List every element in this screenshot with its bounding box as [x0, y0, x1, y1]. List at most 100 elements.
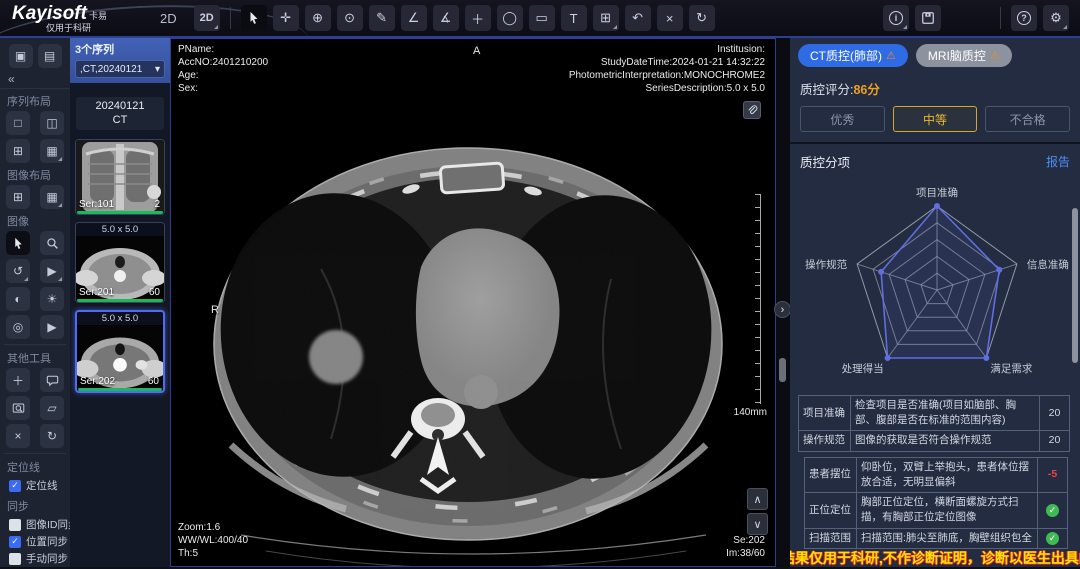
image-flip-button[interactable]: ▶	[40, 259, 64, 283]
expand-panel-button[interactable]: ›	[774, 301, 791, 318]
pointer-tool-button[interactable]	[241, 5, 267, 31]
thumbnail-series-number: Ser:202	[80, 376, 115, 387]
image-layout-2x2-button[interactable]: ⊞	[6, 185, 30, 209]
qc-row-score: 20	[1040, 396, 1070, 431]
previous-image-button[interactable]: ∧	[747, 488, 768, 510]
save-button[interactable]	[915, 5, 941, 31]
series-layout-1x2-button[interactable]: ◫	[40, 111, 64, 135]
patient-sex: Sex:	[178, 82, 268, 95]
photometric-interpretation: PhotometricInterpretation:MONOCHROME2	[569, 69, 765, 82]
sync-position-checkbox[interactable]: ✓	[9, 536, 21, 548]
report-link[interactable]: 报告	[1046, 153, 1070, 170]
study-select-dropdown[interactable]: ,CT,20240121 ▾	[75, 60, 165, 78]
delete-tool-button[interactable]: ×	[6, 424, 30, 448]
image-play-button[interactable]: ▶	[40, 315, 64, 339]
text-annotation-button[interactable]: T	[561, 5, 587, 31]
locline-checkbox-row[interactable]: ✓ 定位线	[0, 477, 70, 494]
sync-imageid-checkbox[interactable]	[9, 519, 21, 531]
qc-row-label: 正位定位	[805, 493, 857, 528]
toolbar-separator	[230, 7, 231, 29]
table-row: 项目准确 检查项目是否准确(项目如脑部、胸部、腹部是否在标准的范围内容) 20	[799, 396, 1070, 431]
next-image-button[interactable]: ∨	[747, 513, 768, 535]
image-index: Im:38/60	[726, 547, 765, 560]
crosshair-tool-button[interactable]: ＋	[6, 368, 30, 392]
rect-roi-button[interactable]: ▭	[529, 5, 555, 31]
study-modality: CT	[76, 113, 164, 127]
left-tool-sidebar: ▣ ▤ « 序列布局 □ ◫ ⊞ ▦ 图像布局 ⊞ ▦ 图像	[0, 38, 70, 567]
pass-check-icon: ✓	[1046, 504, 1059, 517]
patient-name: PName:	[178, 43, 268, 56]
sync-manual-checkbox[interactable]	[9, 553, 21, 565]
grade-excellent-button[interactable]: 优秀	[800, 106, 885, 132]
image-cine-button[interactable]: ◎	[6, 315, 30, 339]
sync-manual-checkbox-row[interactable]: 手动同步	[0, 550, 70, 567]
image-invert-button[interactable]: ◐	[6, 287, 30, 311]
patient-info-overlay: PName: AccNO:2401210200 Age: Sex:	[178, 43, 268, 95]
sync-imageid-checkbox-row[interactable]: 图像ID同步	[0, 516, 70, 533]
series-position-overlay: Se:202 Im:38/60	[726, 534, 765, 560]
viewport-status-overlay: Zoom:1.6 WW/WL:400/40 Th:5	[178, 521, 248, 560]
thumbnail-series-number: Ser:101	[79, 199, 114, 210]
comment-tool-button[interactable]	[40, 368, 64, 392]
refresh-tool-button[interactable]: ↻	[40, 424, 64, 448]
image-magnifier-button[interactable]	[40, 231, 64, 255]
ellipse-roi-button[interactable]: ◯	[497, 5, 523, 31]
chevron-down-icon: ▾	[155, 64, 160, 75]
grade-medium-button[interactable]: 中等	[893, 106, 978, 132]
tab-ct-qc[interactable]: CT质控(肺部) ⚠	[798, 44, 908, 67]
study-info-overlay: Institusion: StudyDateTime:2024-01-21 14…	[569, 43, 765, 95]
length-tool-button[interactable]: ✎	[369, 5, 395, 31]
magnify-region-button[interactable]	[6, 396, 30, 420]
help-button[interactable]: ?	[1011, 5, 1037, 31]
attachment-button[interactable]	[743, 101, 761, 119]
image-viewport[interactable]: PName: AccNO:2401210200 Age: Sex: Instit…	[170, 38, 776, 567]
probe-tool-button[interactable]: ＋	[465, 5, 491, 31]
layout-2d-button[interactable]: 2D	[194, 5, 220, 31]
info-button[interactable]: i	[883, 5, 909, 31]
qc-row-desc: 图像的获取是否符合操作规范	[851, 431, 1040, 451]
grid-layout-button[interactable]: ⊞	[593, 5, 619, 31]
zoom-tool-button[interactable]: ⊕	[305, 5, 331, 31]
target-tool-button[interactable]: ⊙	[337, 5, 363, 31]
sync-section-title: 同步	[0, 494, 70, 516]
image-rotate-button[interactable]: ↺	[6, 259, 30, 283]
magnify-region-icon	[12, 402, 25, 415]
settings-button[interactable]: ⚙	[1043, 5, 1069, 31]
image-brightness-button[interactable]: ☀	[40, 287, 64, 311]
delete-annotation-button[interactable]: ×	[657, 5, 683, 31]
qc-row-desc: 扫描范围:肺尖至肺底，胸壁组织包全	[857, 528, 1038, 548]
angle-tool-button[interactable]: ∠	[401, 5, 427, 31]
qc-score-line: 质控评分:86分	[800, 79, 1070, 98]
series-header: 3个序列 ,CT,20240121 ▾	[70, 38, 170, 83]
image-pointer-button[interactable]	[6, 231, 30, 255]
undo-button[interactable]: ↶	[625, 5, 651, 31]
toolbar-right-group: i ? ⚙	[880, 5, 1072, 31]
image-stack-scrollbar[interactable]	[779, 358, 786, 382]
accession-number: AccNO:2401210200	[178, 56, 268, 69]
thumbnail-title: 5.0 x 5.0	[76, 223, 164, 236]
qc-row-label: 患者摆位	[805, 457, 857, 492]
comment-bubble-icon	[46, 374, 59, 387]
locline-checkbox[interactable]: ✓	[9, 480, 21, 492]
thumbnail-ser201[interactable]: 5.0 x 5.0 Ser:201 60	[75, 222, 165, 303]
grade-fail-button[interactable]: 不合格	[985, 106, 1070, 132]
sidebar-collapse-button[interactable]: «	[0, 72, 70, 89]
qc-panel-scrollbar[interactable]	[1072, 208, 1078, 363]
tab-label: MRI脑质控	[928, 47, 986, 64]
eraser-tool-button[interactable]: ▱	[40, 396, 64, 420]
series-layout-custom-button[interactable]: ▦	[40, 139, 64, 163]
thumbnail-ser101[interactable]: Ser:101 2	[75, 139, 165, 215]
sync-position-checkbox-row[interactable]: ✓ 位置同步	[0, 533, 70, 550]
cobb-angle-tool-button[interactable]: ∡	[433, 5, 459, 31]
tab-mri-qc[interactable]: MRI脑质控 ⚠	[916, 44, 1012, 67]
series-layout-1x1-button[interactable]: □	[6, 111, 30, 135]
series-panel-toggle-button[interactable]: ▣	[9, 44, 33, 68]
pan-tool-button[interactable]: ✛	[273, 5, 299, 31]
image-layout-custom-button[interactable]: ▦	[40, 185, 64, 209]
series-layout-2x2-button[interactable]: ⊞	[6, 139, 30, 163]
table-row: 正位定位 胸部正位定位，横断面螺旋方式扫描，有胸部正位定位图像 ✓	[805, 493, 1068, 528]
reset-button[interactable]: ↻	[689, 5, 715, 31]
report-panel-button[interactable]: ▤	[38, 44, 62, 68]
study-tile[interactable]: 20240121 CT	[76, 97, 164, 130]
thumbnail-ser202-selected[interactable]: 5.0 x 5.0 Ser:202 60	[75, 310, 165, 393]
